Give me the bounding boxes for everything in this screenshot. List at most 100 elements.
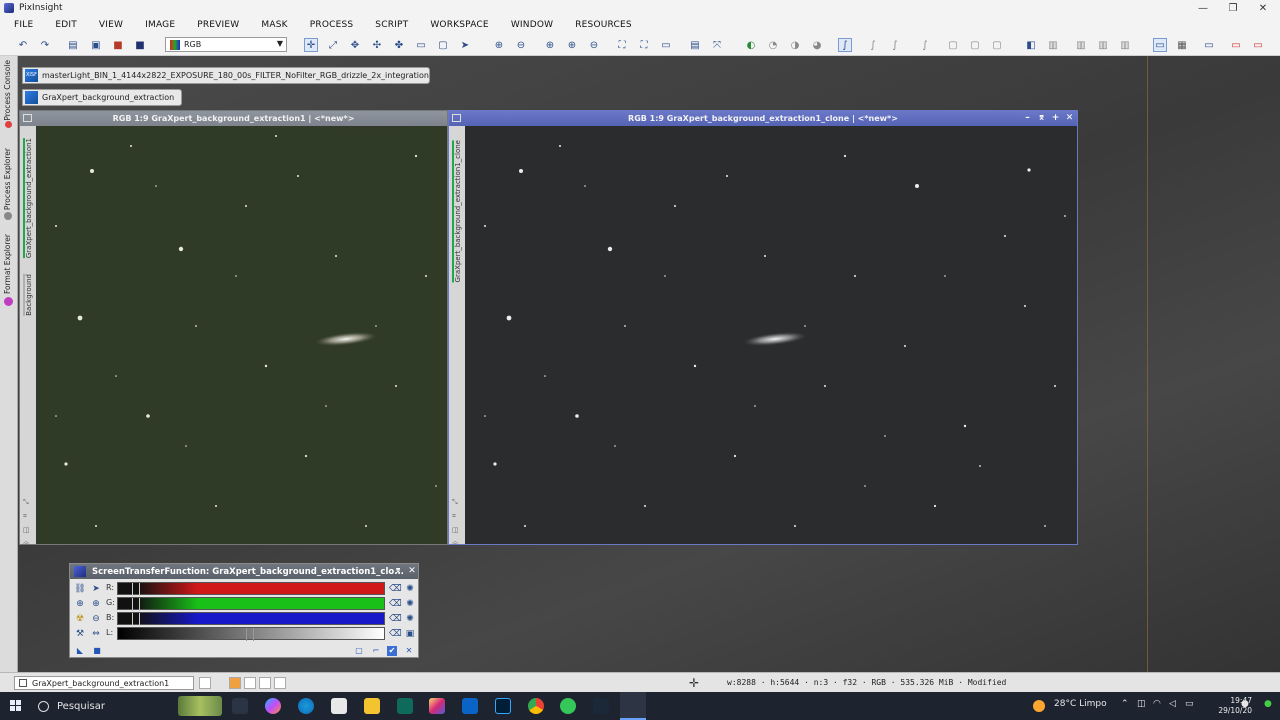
midtone-marker[interactable]: [246, 628, 254, 641]
link-channels-icon[interactable]: ⛓: [74, 583, 86, 595]
microphone-icon[interactable]: ●: [1241, 699, 1249, 709]
stf-slider-g[interactable]: [117, 597, 385, 611]
fit-width-icon[interactable]: ⛶: [637, 38, 651, 52]
image-window-header[interactable]: RGB 1:9 GraXpert_background_extraction1 …: [20, 111, 447, 126]
zoom-one-icon[interactable]: ⊕: [565, 38, 579, 52]
readout-mode-icon[interactable]: ✛: [304, 38, 318, 52]
chrome-icon[interactable]: [528, 698, 544, 714]
select-rect-icon[interactable]: ▭: [414, 38, 428, 52]
network-icon[interactable]: ◫: [1137, 699, 1146, 709]
photoshop-icon[interactable]: [495, 698, 511, 714]
tab-process-console[interactable]: Process Console: [3, 60, 12, 121]
apply-global-icon[interactable]: ■: [92, 646, 102, 656]
color-space-select[interactable]: RGB ▼: [165, 37, 287, 52]
wrench-icon[interactable]: ⚒: [74, 628, 86, 640]
image-canvas[interactable]: [465, 126, 1077, 544]
menu-script[interactable]: SCRIPT: [364, 20, 419, 30]
preview-edit-icon[interactable]: ▢: [968, 38, 982, 52]
preferences-icon[interactable]: ✕: [404, 646, 414, 656]
reset-icon[interactable]: ⌫: [389, 598, 402, 610]
radiation-icon[interactable]: ☢: [74, 613, 86, 625]
midtone-marker[interactable]: [132, 598, 140, 611]
zoom-in-icon[interactable]: ⊕: [74, 598, 86, 610]
crop-icon[interactable]: ▤: [688, 38, 702, 52]
fit-height-icon[interactable]: ▭: [659, 38, 673, 52]
mask-invert-icon[interactable]: ◑: [788, 38, 802, 52]
midtone-marker[interactable]: [132, 613, 140, 626]
wifi-icon[interactable]: ◠: [1153, 699, 1161, 709]
restore-icon[interactable]: ❐: [1218, 0, 1248, 16]
stf-slider-r[interactable]: [117, 582, 385, 596]
auto-stretch-icon[interactable]: ✺: [404, 613, 416, 625]
app-icon[interactable]: [397, 698, 413, 714]
maximize-icon[interactable]: +: [1050, 113, 1061, 124]
menu-view[interactable]: VIEW: [88, 20, 134, 30]
tab-format-explorer[interactable]: Format Explorer: [3, 234, 12, 294]
preview-new-icon[interactable]: ▢: [946, 38, 960, 52]
move-icon[interactable]: ✣: [370, 38, 384, 52]
image-window-header[interactable]: RGB 1:9 GraXpert_background_extraction1_…: [449, 111, 1077, 126]
stf-slider-b[interactable]: [117, 612, 385, 626]
auto-stretch-icon[interactable]: ✺: [404, 598, 416, 610]
tab-process-explorer[interactable]: Process Explorer: [3, 148, 12, 210]
image-icon-master-light[interactable]: XISF masterLight_BIN_1_4144x2822_EXPOSUR…: [22, 67, 430, 84]
zoom-fit-icon[interactable]: ⊕: [543, 38, 557, 52]
close-icon[interactable]: ✕: [406, 565, 418, 577]
mask-show-icon[interactable]: ◔: [766, 38, 780, 52]
menu-edit[interactable]: EDIT: [44, 20, 88, 30]
messenger-icon[interactable]: [560, 698, 576, 714]
instagram-icon[interactable]: [429, 698, 445, 714]
panel-left-icon[interactable]: ◧: [1024, 38, 1038, 52]
pointer-icon[interactable]: ➤: [90, 583, 102, 595]
scroll-icon[interactable]: ✤: [392, 38, 406, 52]
color-sample-icon[interactable]: [274, 677, 286, 689]
pointer-icon[interactable]: ➤: [458, 38, 472, 52]
edge-icon[interactable]: [298, 698, 314, 714]
panel-right-icon[interactable]: ▥: [1046, 38, 1060, 52]
reset-icon[interactable]: ⌫: [389, 583, 402, 595]
color-sample-icon[interactable]: [244, 677, 256, 689]
taskbar-search[interactable]: Pesquisar: [38, 696, 105, 716]
image-window-right[interactable]: RGB 1:9 GraXpert_background_extraction1_…: [448, 110, 1078, 545]
view-id-label[interactable]: GraXpert_background_extraction1: [23, 138, 33, 259]
browse-doc-icon[interactable]: ⌐: [371, 646, 381, 656]
view-tab-background[interactable]: Background: [23, 274, 33, 316]
mask-small-icon[interactable]: ◫: [452, 526, 461, 535]
apply-icon[interactable]: ✔: [387, 646, 397, 656]
save-icon[interactable]: ■: [111, 38, 125, 52]
reset-icon[interactable]: ⌫: [389, 613, 402, 625]
store-icon[interactable]: [331, 698, 347, 714]
menu-preview[interactable]: PREVIEW: [186, 20, 250, 30]
outlook-icon[interactable]: [462, 698, 478, 714]
volume-icon[interactable]: ◁: [1169, 699, 1176, 709]
zoom-out-icon[interactable]: ⊖: [514, 38, 528, 52]
zoom-in-icon[interactable]: ⊕: [90, 598, 102, 610]
steam-icon[interactable]: [593, 698, 609, 714]
reset-icon[interactable]: ⌫: [389, 628, 402, 640]
view-id-label[interactable]: GraXpert_background_extraction1_clone: [452, 140, 462, 283]
monitor-icon[interactable]: ▭: [1153, 38, 1167, 52]
pixinsight-taskbar-icon[interactable]: [620, 692, 646, 720]
mask-icon[interactable]: ◐: [744, 38, 758, 52]
open-icon[interactable]: ▣: [89, 38, 103, 52]
pan-mode-icon[interactable]: ✥: [348, 38, 362, 52]
zoom-in-icon[interactable]: ⊕: [492, 38, 506, 52]
dynamic-select-icon[interactable]: ▢: [436, 38, 450, 52]
shade-icon[interactable]: –: [1022, 113, 1033, 124]
workspace-1-icon[interactable]: ▭: [1202, 38, 1216, 52]
close-icon[interactable]: ✕: [1248, 0, 1278, 16]
mask-enable-icon[interactable]: ◕: [810, 38, 824, 52]
menu-resources[interactable]: RESOURCES: [564, 20, 643, 30]
reset-all-icon[interactable]: ▢: [354, 646, 364, 656]
midtone-marker[interactable]: [132, 583, 140, 596]
explorer-icon[interactable]: ▦: [1175, 38, 1189, 52]
workspace-2-icon[interactable]: ▭: [1229, 38, 1243, 52]
dock-icon[interactable]: ⤡: [23, 498, 32, 507]
stf-icon[interactable]: ∫: [838, 38, 852, 52]
lock-icon[interactable]: ⌗: [452, 512, 461, 521]
copilot-icon[interactable]: [265, 698, 281, 714]
history-icon[interactable]: ▤: [66, 38, 80, 52]
minimize-icon[interactable]: —: [1188, 0, 1218, 16]
close-icon[interactable]: ✕: [1064, 113, 1075, 124]
file-explorer-icon[interactable]: [364, 698, 380, 714]
